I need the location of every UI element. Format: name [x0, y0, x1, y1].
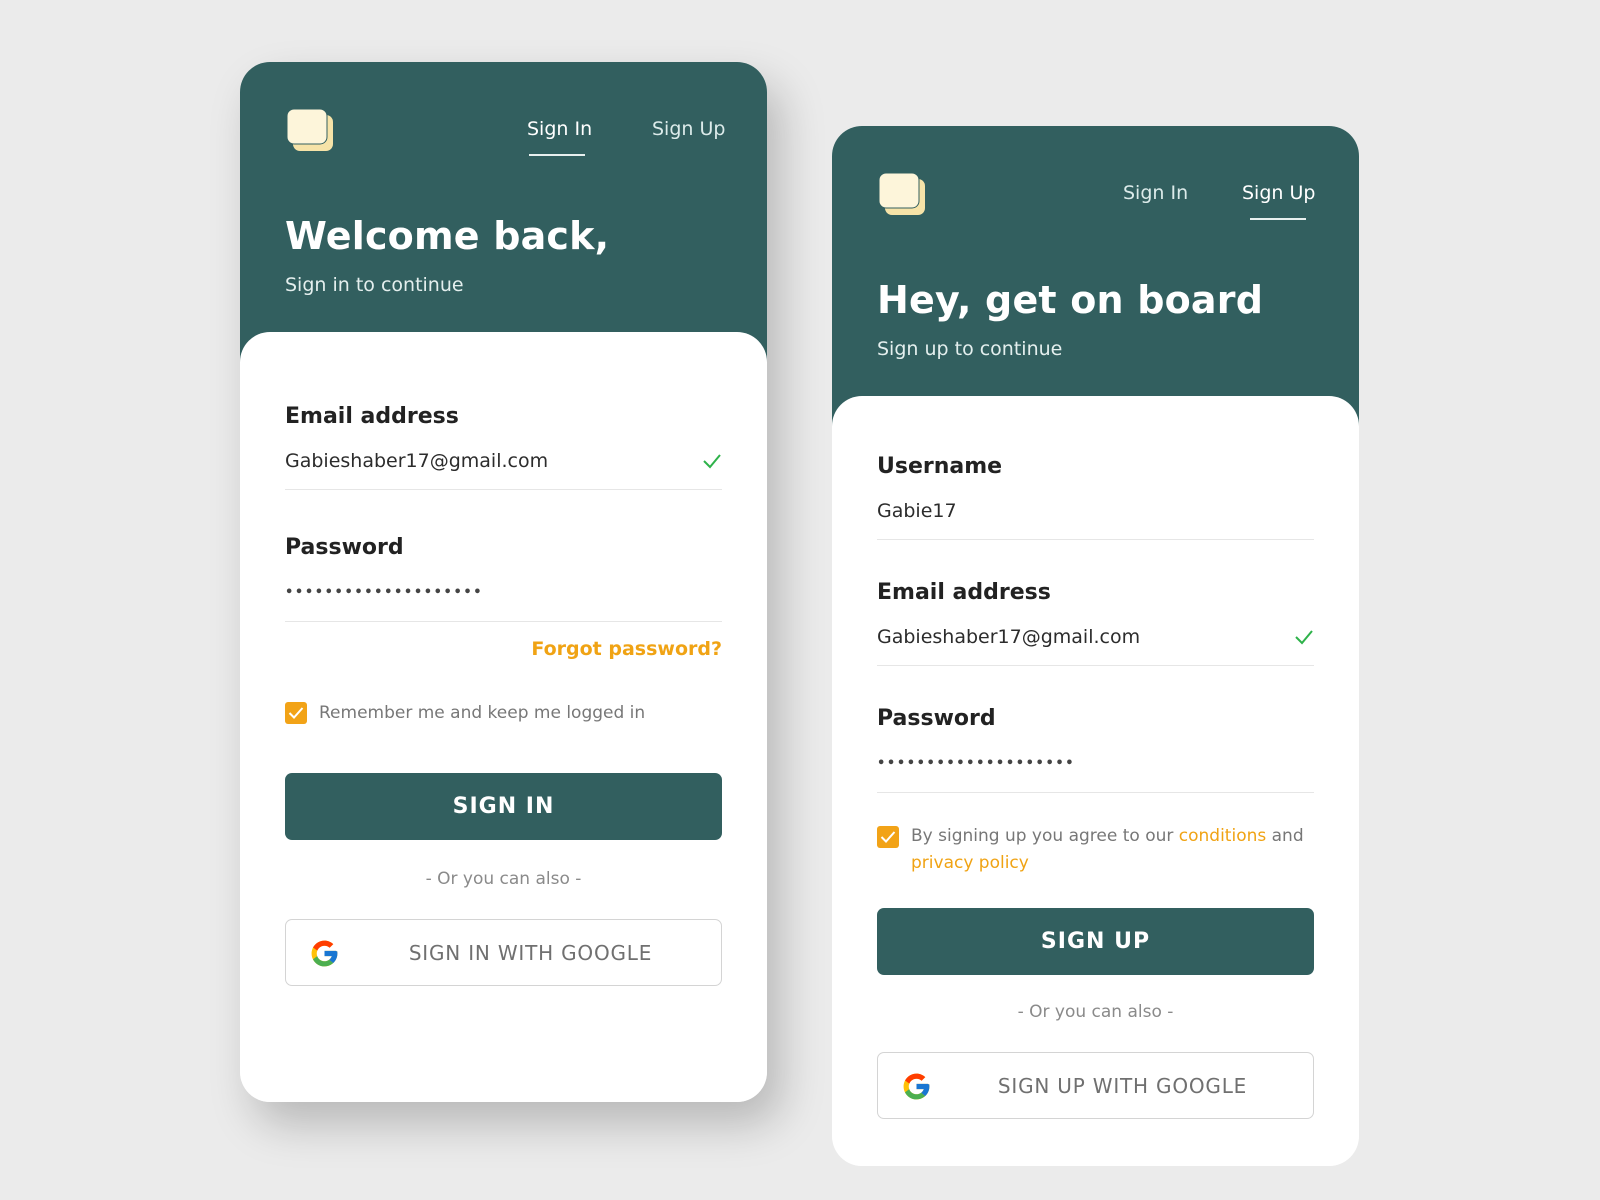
- username-underline: [877, 539, 1314, 540]
- active-tab-underline: [529, 154, 585, 156]
- google-icon: [311, 940, 338, 967]
- divider-text: - Or you can also -: [1017, 1002, 1174, 1022]
- page-title: Hey, get on board: [877, 278, 1264, 322]
- sign-in-google-button[interactable]: SIGN IN WITH GOOGLE: [285, 919, 722, 986]
- page-title: Welcome back,: [285, 214, 610, 258]
- checkmark-icon: [880, 831, 896, 843]
- username-field[interactable]: Gabie17: [877, 500, 957, 522]
- app-logo-icon: [878, 172, 925, 215]
- conditions-link[interactable]: conditions: [1179, 826, 1266, 846]
- signin-form: Email address Gabieshaber17@gmail.com Pa…: [240, 332, 767, 1102]
- active-tab-underline: [1250, 218, 1306, 220]
- signup-form: Username Gabie17 Email address Gabieshab…: [832, 396, 1359, 1166]
- google-icon: [903, 1073, 930, 1100]
- sign-in-button[interactable]: SIGN IN: [285, 773, 722, 840]
- agree-text-before: By signing up you agree to our: [911, 826, 1179, 846]
- tab-sign-up[interactable]: Sign Up: [652, 118, 725, 140]
- google-button-label: SIGN UP WITH GOOGLE: [997, 1074, 1248, 1098]
- forgot-password-link[interactable]: Forgot password?: [531, 638, 722, 660]
- email-label: Email address: [877, 580, 1051, 605]
- checkmark-icon: [288, 707, 304, 719]
- tab-sign-up[interactable]: Sign Up: [1242, 182, 1315, 204]
- tab-sign-in[interactable]: Sign In: [527, 118, 592, 140]
- sign-up-google-button[interactable]: SIGN UP WITH GOOGLE: [877, 1052, 1314, 1119]
- email-underline: [877, 665, 1314, 666]
- agree-terms-text: By signing up you agree to our condition…: [911, 823, 1311, 877]
- username-label: Username: [877, 454, 1003, 479]
- sign-up-button[interactable]: SIGN UP: [877, 908, 1314, 975]
- divider-text: - Or you can also -: [425, 869, 582, 889]
- check-icon: [1295, 630, 1313, 645]
- signup-header: Sign In Sign Up Hey, get on board Sign u…: [832, 126, 1359, 426]
- agree-text-middle: and: [1266, 826, 1304, 846]
- signin-header: Sign In Sign Up Welcome back, Sign in to…: [240, 62, 767, 362]
- email-field[interactable]: Gabieshaber17@gmail.com: [877, 626, 1140, 648]
- email-field[interactable]: Gabieshaber17@gmail.com: [285, 450, 548, 472]
- app-logo-icon: [286, 108, 333, 151]
- remember-me-checkbox[interactable]: [285, 702, 307, 724]
- agree-terms-checkbox[interactable]: [877, 826, 899, 848]
- privacy-policy-link[interactable]: privacy policy: [911, 853, 1029, 873]
- remember-me-label: Remember me and keep me logged in: [319, 703, 646, 723]
- email-underline: [285, 489, 722, 490]
- signin-card: Sign In Sign Up Welcome back, Sign in to…: [240, 62, 767, 1102]
- signup-card: Sign In Sign Up Hey, get on board Sign u…: [832, 126, 1359, 1166]
- google-button-label: SIGN IN WITH GOOGLE: [408, 941, 653, 965]
- password-underline: [285, 621, 722, 622]
- email-label: Email address: [285, 404, 459, 429]
- tab-sign-in[interactable]: Sign In: [1123, 182, 1188, 204]
- password-field[interactable]: ••••••••••••••••••••: [285, 585, 483, 600]
- check-icon: [703, 454, 721, 469]
- password-underline: [877, 792, 1314, 793]
- page-subtitle: Sign in to continue: [285, 274, 464, 296]
- password-label: Password: [877, 706, 996, 731]
- password-label: Password: [285, 535, 404, 560]
- page-subtitle: Sign up to continue: [877, 338, 1063, 360]
- password-field[interactable]: ••••••••••••••••••••: [877, 756, 1075, 771]
